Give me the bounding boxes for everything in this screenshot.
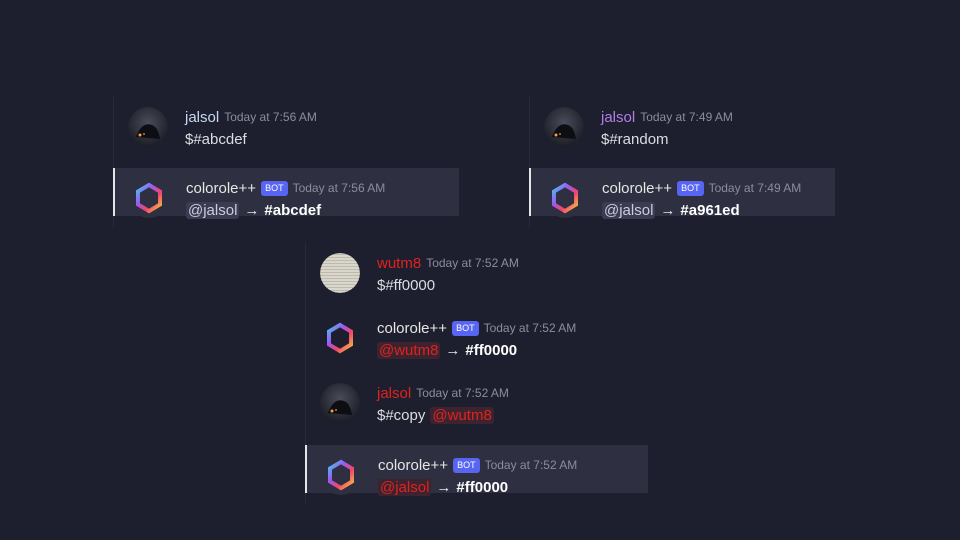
user-mention[interactable]: @wutm8 bbox=[430, 406, 494, 424]
avatar-jalsol-icon[interactable] bbox=[128, 107, 168, 147]
username[interactable]: wutm8 bbox=[377, 255, 421, 272]
arrow: → bbox=[244, 201, 260, 219]
colorole-hexagon-icon[interactable] bbox=[321, 455, 361, 495]
timestamp: Today at 7:52 AM bbox=[484, 458, 578, 472]
bot-badge: BOT bbox=[453, 457, 480, 473]
message-text: $#abcdef bbox=[185, 130, 247, 148]
timestamp: Today at 7:49 AM bbox=[640, 110, 733, 124]
username[interactable]: jalsol bbox=[377, 385, 411, 402]
message-bot-colorole[interactable]: colorole++ BOT Today at 7:52 AM @wutm8 →… bbox=[306, 308, 648, 359]
timestamp: Today at 7:52 AM bbox=[483, 321, 577, 335]
chat-panel-1: jalsol Today at 7:56 AM $#abcdef colorol… bbox=[113, 97, 459, 227]
message-bot-colorole[interactable]: colorole++ BOT Today at 7:49 AM @jalsol … bbox=[529, 168, 835, 219]
user-mention[interactable]: @jalsol bbox=[186, 201, 240, 219]
bot-badge: BOT bbox=[452, 320, 479, 336]
avatar-jalsol-icon[interactable] bbox=[544, 107, 584, 147]
username[interactable]: jalsol bbox=[185, 109, 219, 126]
message-bot-colorole[interactable]: colorole++ BOT Today at 7:52 AM @jalsol … bbox=[305, 445, 648, 496]
paper-texture-avatar-icon[interactable] bbox=[320, 253, 360, 293]
message-text: $#copy bbox=[377, 406, 426, 424]
username[interactable]: colorole++ bbox=[377, 320, 447, 337]
color-hex: #a961ed bbox=[680, 201, 740, 219]
username[interactable]: colorole++ bbox=[378, 457, 448, 474]
colorole-hexagon-icon[interactable] bbox=[320, 318, 360, 358]
message-user-jalsol[interactable]: jalsol Today at 7:49 AM $#random bbox=[530, 97, 835, 148]
timestamp: Today at 7:52 AM bbox=[416, 386, 509, 400]
color-hex: #ff0000 bbox=[456, 478, 509, 496]
chat-panel-3: wutm8 Today at 7:52 AM $#ff0000 colorole… bbox=[305, 243, 648, 503]
message-user-jalsol[interactable]: jalsol Today at 7:56 AM $#abcdef bbox=[114, 97, 459, 148]
message-text: $#random bbox=[601, 130, 669, 148]
colorole-hexagon-icon[interactable] bbox=[545, 178, 585, 218]
bot-badge: BOT bbox=[261, 180, 288, 196]
message-user-jalsol[interactable]: jalsol Today at 7:52 AM $#copy @wutm8 bbox=[306, 373, 648, 424]
bot-badge: BOT bbox=[677, 180, 704, 196]
user-mention[interactable]: @wutm8 bbox=[377, 341, 441, 359]
colorole-hexagon-icon[interactable] bbox=[129, 178, 169, 218]
arrow: → bbox=[445, 341, 461, 359]
color-hex: #ff0000 bbox=[465, 341, 518, 359]
avatar-jalsol-icon[interactable] bbox=[320, 383, 360, 423]
timestamp: Today at 7:56 AM bbox=[292, 181, 386, 195]
timestamp: Today at 7:56 AM bbox=[224, 110, 317, 124]
message-user-wutm8[interactable]: wutm8 Today at 7:52 AM $#ff0000 bbox=[306, 243, 648, 294]
user-mention[interactable]: @jalsol bbox=[378, 478, 432, 496]
arrow: → bbox=[660, 201, 676, 219]
message-text: $#ff0000 bbox=[377, 276, 436, 294]
username[interactable]: colorole++ bbox=[186, 180, 256, 197]
arrow: → bbox=[436, 478, 452, 496]
chat-panel-2: jalsol Today at 7:49 AM $#random colorol… bbox=[529, 97, 835, 227]
timestamp: Today at 7:49 AM bbox=[708, 181, 802, 195]
message-bot-colorole[interactable]: colorole++ BOT Today at 7:56 AM @jalsol … bbox=[113, 168, 459, 219]
user-mention[interactable]: @jalsol bbox=[602, 201, 656, 219]
color-hex: #abcdef bbox=[264, 201, 322, 219]
username[interactable]: jalsol bbox=[601, 109, 635, 126]
timestamp: Today at 7:52 AM bbox=[426, 256, 519, 270]
username[interactable]: colorole++ bbox=[602, 180, 672, 197]
